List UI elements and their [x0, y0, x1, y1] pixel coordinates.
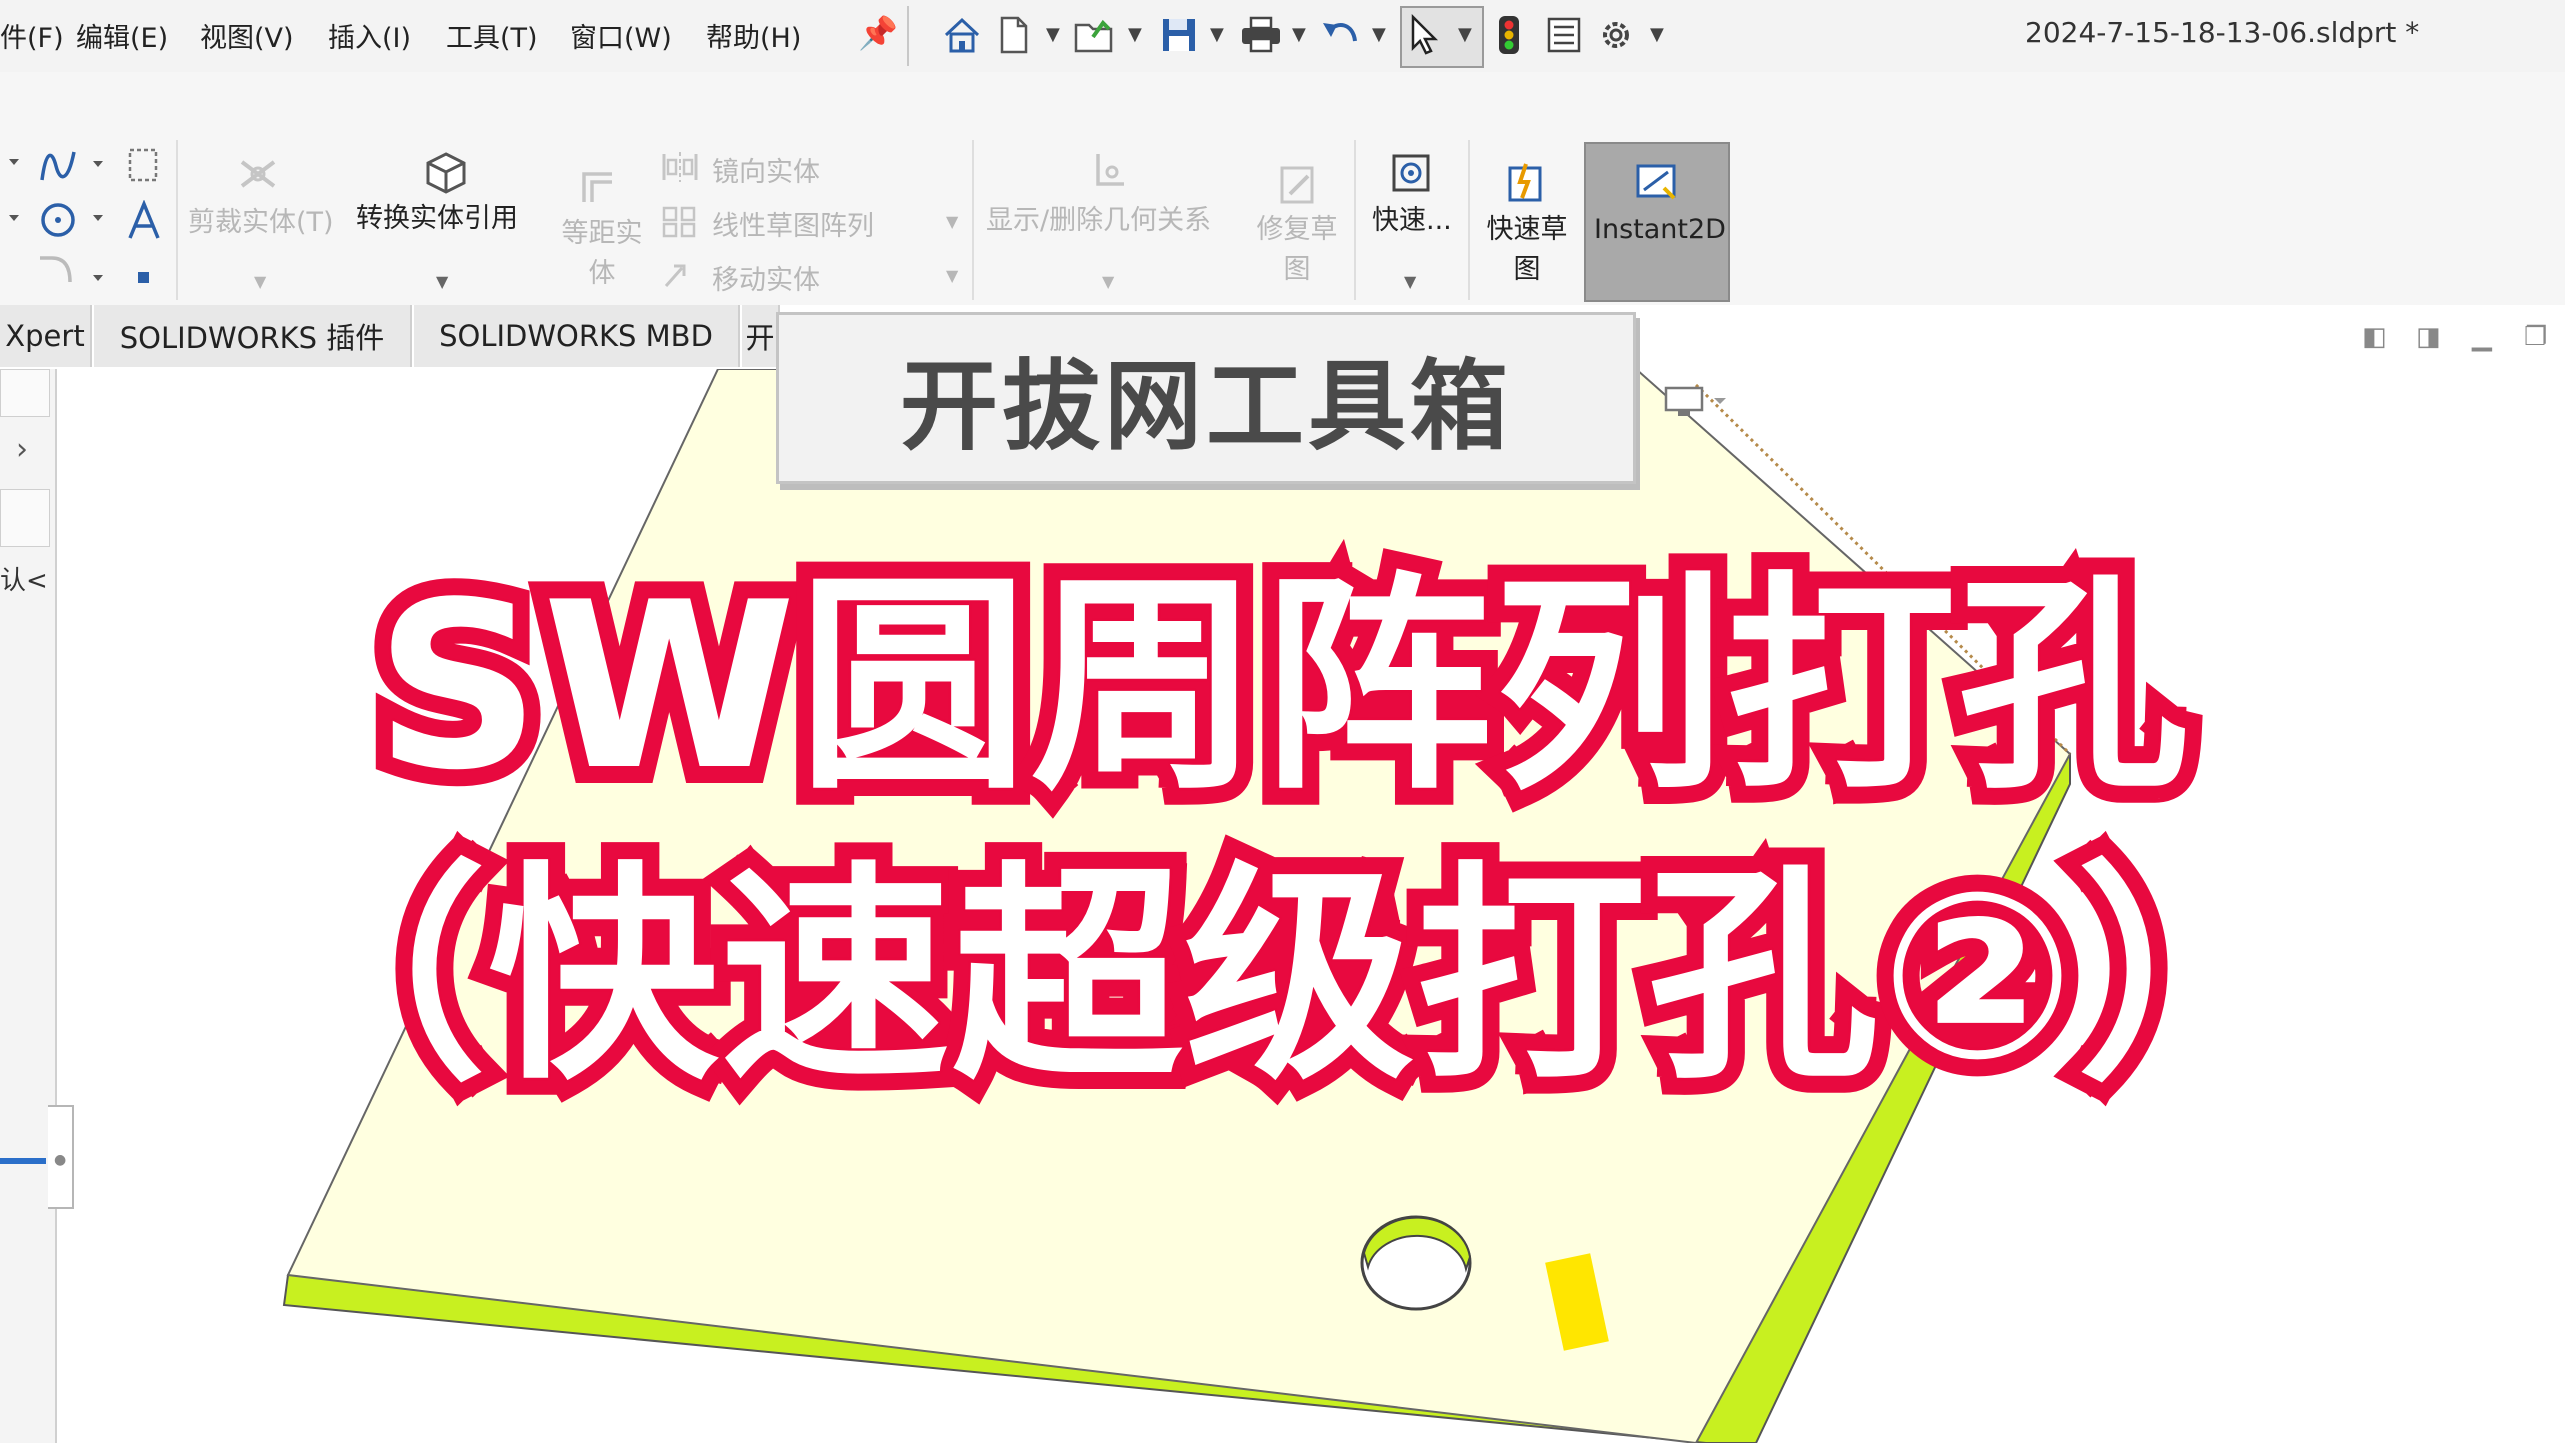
tab-xpert[interactable]: Xpert: [0, 305, 92, 367]
tab-solidworks-addins[interactable]: SOLIDWORKS 插件: [94, 305, 412, 367]
chevron-down-icon[interactable]: ▼: [1210, 24, 1224, 45]
watermark-banner: 开拔网工具箱: [776, 312, 1636, 484]
watermark-text: 开拔网工具箱: [899, 350, 1512, 464]
undo-icon[interactable]: [1318, 10, 1364, 60]
gear-icon[interactable]: [1596, 10, 1636, 60]
chevron-down-icon[interactable]: [92, 208, 104, 227]
ribbon-header: [0, 72, 2565, 140]
open-file-icon[interactable]: [1072, 10, 1120, 60]
chevron-down-icon[interactable]: ▼: [1650, 24, 1664, 45]
chevron-down-icon[interactable]: ▼: [254, 272, 266, 291]
convert-entities-icon[interactable]: [424, 150, 468, 200]
chevron-down-icon[interactable]: ▼: [1292, 24, 1306, 45]
tab-solidworks-mbd[interactable]: SOLIDWORKS MBD: [414, 305, 740, 367]
move-entities-label[interactable]: 移动实体: [712, 258, 820, 297]
rectangle-select-icon[interactable]: [126, 146, 162, 190]
convert-entities-label[interactable]: 转换实体引用: [356, 196, 518, 235]
chevron-down-icon[interactable]: ▼: [946, 266, 958, 285]
menu-window[interactable]: 窗口(W): [570, 16, 672, 55]
headline-line-1: SW圆周阵列打孔: [358, 537, 2205, 838]
trim-entities-label[interactable]: 剪裁实体(T): [188, 200, 334, 239]
move-entities-icon[interactable]: [660, 256, 700, 294]
linear-pattern-label[interactable]: 线性草图阵列: [712, 204, 874, 243]
pin-icon[interactable]: 📌: [858, 14, 898, 52]
menu-bar: 件(F) 编辑(E) 视图(V) 插入(I) 工具(T) 窗口(W) 帮助(H)…: [0, 0, 2565, 73]
minimize-icon[interactable]: ▁: [2472, 322, 2492, 352]
headline-line-2: （快速超级打孔②）: [239, 827, 2324, 1128]
new-file-icon[interactable]: [996, 10, 1032, 60]
chevron-right-icon[interactable]: ›: [16, 432, 28, 467]
chevron-down-icon[interactable]: ▼: [1404, 272, 1416, 291]
tile-right-icon[interactable]: ◨: [2416, 322, 2441, 352]
menu-file[interactable]: 件(F): [0, 16, 64, 55]
fillet-icon[interactable]: [36, 252, 76, 296]
rollback-slider[interactable]: [0, 1158, 46, 1164]
sketch-ribbon: 剪裁实体(T) ▼ 转换实体引用 ▼ 等距实体 镜向实体 线性草图阵列 ▼ 移动…: [0, 140, 2565, 306]
instant2d-icon[interactable]: [1634, 162, 1680, 208]
print-icon[interactable]: [1238, 10, 1284, 60]
menu-tools[interactable]: 工具(T): [446, 16, 538, 55]
menu-insert[interactable]: 插入(I): [328, 16, 411, 55]
mirror-entities-icon[interactable]: [660, 150, 700, 188]
menu-help[interactable]: 帮助(H): [706, 16, 801, 55]
offset-entities-label[interactable]: 等距实体: [554, 214, 650, 294]
chevron-down-icon[interactable]: [92, 154, 104, 173]
panel-tab[interactable]: [0, 369, 50, 417]
quick-snaps-icon[interactable]: [1390, 152, 1432, 198]
chevron-down-icon[interactable]: ▼: [946, 212, 958, 231]
options-icon[interactable]: [1544, 10, 1584, 60]
ribbon-separator: [176, 140, 178, 300]
ribbon-separator: [972, 140, 974, 300]
relations-icon[interactable]: [1088, 150, 1128, 198]
display-pane-icon[interactable]: [1664, 384, 1734, 424]
restore-icon[interactable]: ❐: [2524, 322, 2547, 352]
toolbar-separator: [907, 6, 909, 66]
rapid-sketch-label[interactable]: 快速草图: [1480, 210, 1574, 290]
chevron-down-icon[interactable]: [8, 208, 20, 227]
chevron-down-icon[interactable]: ▼: [1046, 24, 1060, 45]
quick-snaps-label[interactable]: 快速...: [1372, 198, 1452, 237]
menu-view[interactable]: 视图(V): [200, 16, 294, 55]
chevron-down-icon[interactable]: [92, 268, 104, 287]
save-icon[interactable]: [1158, 10, 1200, 60]
repair-sketch-icon[interactable]: [1278, 164, 1320, 210]
instant2d-label[interactable]: Instant2D: [1594, 214, 1726, 245]
chevron-down-icon[interactable]: ▼: [1102, 272, 1114, 291]
spline-icon[interactable]: [38, 146, 78, 190]
circle-icon[interactable]: [38, 200, 78, 244]
document-title: 2024-7-15-18-13-06.sldprt *: [2025, 16, 2420, 49]
chevron-down-icon[interactable]: [8, 152, 20, 171]
linear-pattern-icon[interactable]: [660, 204, 700, 242]
trim-icon[interactable]: [236, 152, 280, 200]
chevron-down-icon[interactable]: ▼: [1128, 24, 1142, 45]
point-icon[interactable]: [136, 270, 152, 290]
ribbon-separator: [1468, 140, 1470, 300]
home-icon[interactable]: [940, 10, 984, 60]
chevron-down-icon[interactable]: ▼: [1458, 24, 1472, 45]
relations-label[interactable]: 显示/删除几何关系: [986, 198, 1211, 237]
offset-entities-icon[interactable]: [578, 168, 618, 212]
tab-more[interactable]: 开: [742, 305, 780, 367]
ribbon-separator: [1354, 140, 1356, 300]
traffic-light-icon[interactable]: [1492, 10, 1526, 60]
rapid-sketch-icon[interactable]: [1506, 160, 1550, 208]
repair-sketch-label[interactable]: 修复草图: [1250, 210, 1344, 290]
tile-left-icon[interactable]: ◧: [2362, 322, 2387, 352]
mirror-entities-label[interactable]: 镜向实体: [712, 150, 820, 189]
chevron-down-icon[interactable]: ▼: [1372, 24, 1386, 45]
solidworks-window: 件(F) 编辑(E) 视图(V) 插入(I) 工具(T) 窗口(W) 帮助(H)…: [0, 0, 2565, 1443]
chevron-down-icon[interactable]: ▼: [436, 272, 448, 291]
menu-edit[interactable]: 编辑(E): [76, 16, 168, 55]
text-icon[interactable]: [126, 199, 162, 246]
select-arrow-icon[interactable]: [1404, 10, 1444, 60]
